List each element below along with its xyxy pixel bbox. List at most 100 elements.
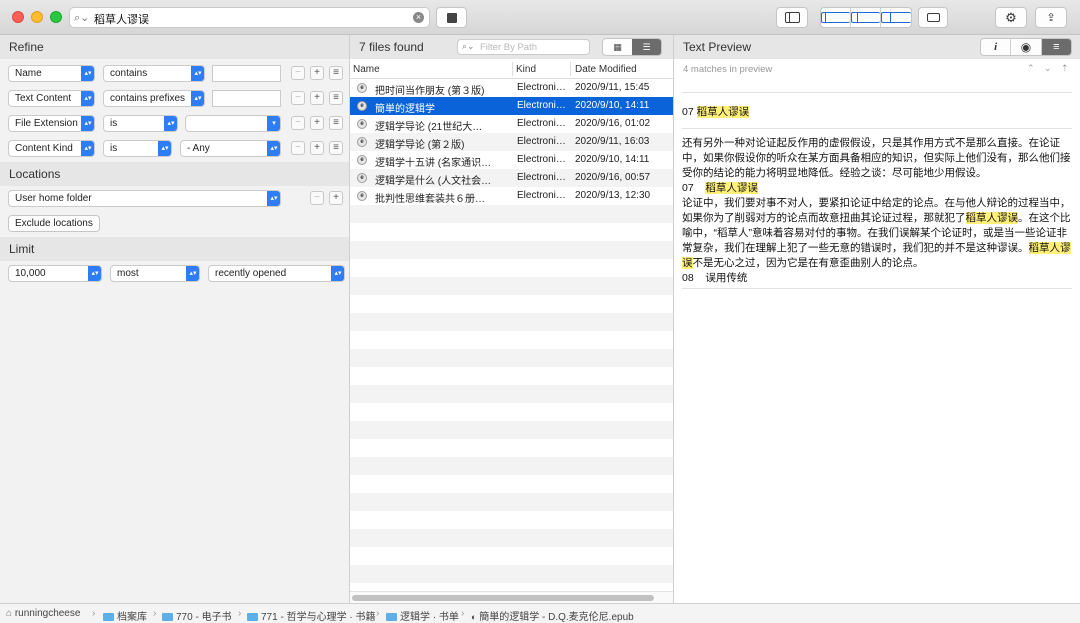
horizontal-scrollbar[interactable]: [350, 591, 673, 603]
rule3-attribute-popup[interactable]: File Extension ▴▾: [8, 115, 95, 132]
scrollbar-thumb[interactable]: [352, 595, 654, 601]
empty-row: [350, 349, 673, 367]
rule4-operator-label: is: [110, 143, 118, 154]
column-header-name[interactable]: Name: [353, 64, 380, 75]
limit-mode-popup[interactable]: most ▴▾: [110, 265, 200, 282]
collapse-button[interactable]: ⇡: [1061, 63, 1069, 74]
chevron-updown-icon: ▴▾: [81, 141, 94, 156]
previous-match-button[interactable]: ⌃: [1027, 63, 1035, 74]
layout-left-button[interactable]: [821, 8, 851, 27]
location-remove-button[interactable]: −: [310, 191, 324, 205]
breadcrumb-label: runningcheese: [14, 608, 81, 619]
rule2-more-button[interactable]: ≡: [329, 91, 343, 105]
window-mode-button[interactable]: [918, 7, 948, 28]
empty-row: [350, 277, 673, 295]
rule4-add-button[interactable]: +: [310, 141, 324, 155]
rule1-value-field[interactable]: [212, 65, 281, 82]
rule2-value-field[interactable]: [212, 90, 281, 107]
exclude-locations-button[interactable]: Exclude locations: [8, 215, 100, 232]
table-row[interactable]: e 逻辑学导论 (第２版) Electroni… 2020/9/11, 16:03: [350, 133, 673, 151]
rule2-attribute-popup[interactable]: Text Content ▴▾: [8, 90, 95, 107]
results-panel: 7 files found ⌕⌄ Filter By Path ▦ ☰ Name…: [350, 35, 674, 603]
next-match-button[interactable]: ⌄: [1044, 63, 1052, 74]
empty-row: [350, 511, 673, 529]
table-row[interactable]: e 把时间当作朋友 (第３版) Electroni… 2020/9/11, 15:45: [350, 79, 673, 97]
chevron-updown-icon: ▴▾: [81, 91, 94, 106]
settings-button[interactable]: ⚙: [995, 7, 1027, 28]
rule3-remove-button[interactable]: −: [291, 116, 305, 130]
breadcrumb-file[interactable]: ◐ 簡単的逻辑学 - D.Q.麦克伦尼.epub: [471, 608, 634, 623]
empty-row: [350, 385, 673, 403]
rule3-operator-popup[interactable]: is ▴▾: [103, 115, 178, 132]
table-row[interactable]: e 逻辑学十五讲 (名家通识… Electroni… 2020/9/10, 14:11: [350, 151, 673, 169]
rule2-remove-button[interactable]: −: [291, 91, 305, 105]
rule2-operator-popup[interactable]: contains prefixes ▴▾: [103, 90, 205, 107]
rule3-add-button[interactable]: +: [310, 116, 324, 130]
rule1-add-button[interactable]: +: [310, 66, 324, 80]
preview-panel: Text Preview i ◉ ≡ 4 matches in preview …: [674, 35, 1080, 603]
location-add-button[interactable]: +: [329, 191, 343, 205]
toolbar: ⌕⌄ 稻草人谬误 × ⚙ ⇪: [0, 0, 1080, 35]
rule1-attribute-popup[interactable]: Name ▴▾: [8, 65, 95, 82]
zoom-window-button[interactable]: [50, 11, 62, 23]
quicklook-button[interactable]: ◉: [1011, 39, 1042, 55]
locations-header: Locations: [0, 162, 349, 186]
share-icon: ⇪: [1046, 12, 1056, 24]
table-row[interactable]: e 簡単的逻辑学 Electroni… 2020/9/10, 14:11: [350, 97, 673, 115]
close-window-button[interactable]: [12, 11, 24, 23]
column-header-date[interactable]: Date Modified: [575, 64, 637, 75]
empty-row: [350, 529, 673, 547]
stop-button[interactable]: [436, 7, 467, 28]
layout-right-button[interactable]: [881, 8, 911, 27]
limit-count-popup[interactable]: 10,000 ▴▾: [8, 265, 102, 282]
rule3-more-button[interactable]: ≡: [329, 116, 343, 130]
breadcrumb-folder[interactable]: 770 - 电子书: [162, 608, 232, 623]
limit-criterion-popup[interactable]: recently opened ▴▾: [208, 265, 345, 282]
chevron-updown-icon: ▴▾: [186, 266, 199, 281]
rule4-more-button[interactable]: ≡: [329, 141, 343, 155]
column-header-kind[interactable]: Kind: [516, 64, 536, 75]
table-row[interactable]: e 逻辑学是什么 (人文社会… Electroni… 2020/9/16, 00:57: [350, 169, 673, 187]
grid-view-button[interactable]: ▦: [603, 39, 632, 55]
rule3-value-combo[interactable]: ▾: [185, 115, 281, 132]
table-row[interactable]: e 批判性思维套装共６册… Electroni… 2020/9/13, 12:30: [350, 187, 673, 205]
rule1-more-button[interactable]: ≡: [329, 66, 343, 80]
file-kind: Electroni…: [517, 190, 566, 201]
breadcrumb-folder[interactable]: 档案库: [103, 608, 147, 623]
sidebar-toggle-button[interactable]: [776, 7, 808, 28]
rule4-value-popup[interactable]: - Any ▴▾: [180, 140, 281, 157]
rule4-attribute-label: Content Kind: [15, 143, 73, 154]
file-name: 逻辑学十五讲 (名家通识…: [375, 158, 492, 169]
share-button[interactable]: ⇪: [1035, 7, 1067, 28]
rule4-value-label: - Any: [187, 143, 210, 154]
breadcrumb-folder[interactable]: 逻辑学 · 书单: [386, 608, 459, 623]
search-input[interactable]: ⌕⌄ 稻草人谬误 ×: [69, 7, 430, 28]
gear-icon: ⚙: [1005, 9, 1017, 25]
rule1-operator-popup[interactable]: contains ▴▾: [103, 65, 205, 82]
magnifier-icon: ⌕⌄: [462, 41, 475, 51]
filter-by-path-input[interactable]: ⌕⌄ Filter By Path: [457, 39, 590, 55]
list-view-button[interactable]: ☰: [632, 39, 661, 55]
table-row[interactable]: e 逻辑学导论 (21世纪大… Electroni… 2020/9/16, 01:02: [350, 115, 673, 133]
text-preview-button[interactable]: ≡: [1041, 39, 1071, 55]
divider: [682, 128, 1072, 129]
rule4-remove-button[interactable]: −: [291, 141, 305, 155]
preview-subheading: 07 稻草人谬误: [682, 181, 1074, 196]
breadcrumb-folder[interactable]: 771 - 哲学与心理学 · 书籍: [247, 608, 375, 623]
info-button[interactable]: i: [981, 39, 1012, 55]
rule4-attribute-popup[interactable]: Content Kind ▴▾: [8, 140, 95, 157]
location-popup[interactable]: User home folder ▴▾: [8, 190, 281, 207]
breadcrumb-label: 逻辑学 · 书单: [400, 612, 459, 623]
layout-middle-button[interactable]: [851, 8, 881, 27]
breadcrumb-label: 770 - 电子书: [176, 612, 232, 623]
minimize-window-button[interactable]: [31, 11, 43, 23]
rule1-remove-button[interactable]: −: [291, 66, 305, 80]
info-icon: i: [994, 41, 998, 53]
file-kind: Electroni…: [517, 100, 566, 111]
rule4-operator-popup[interactable]: is ▴▾: [103, 140, 172, 157]
path-bar: ⌂ runningcheese › 档案库 › 770 - 电子书 › 771 …: [0, 603, 1080, 623]
rule2-add-button[interactable]: +: [310, 91, 324, 105]
clear-icon[interactable]: ×: [413, 12, 424, 23]
breadcrumb-home[interactable]: ⌂ runningcheese: [6, 608, 80, 619]
empty-row: [350, 331, 673, 349]
